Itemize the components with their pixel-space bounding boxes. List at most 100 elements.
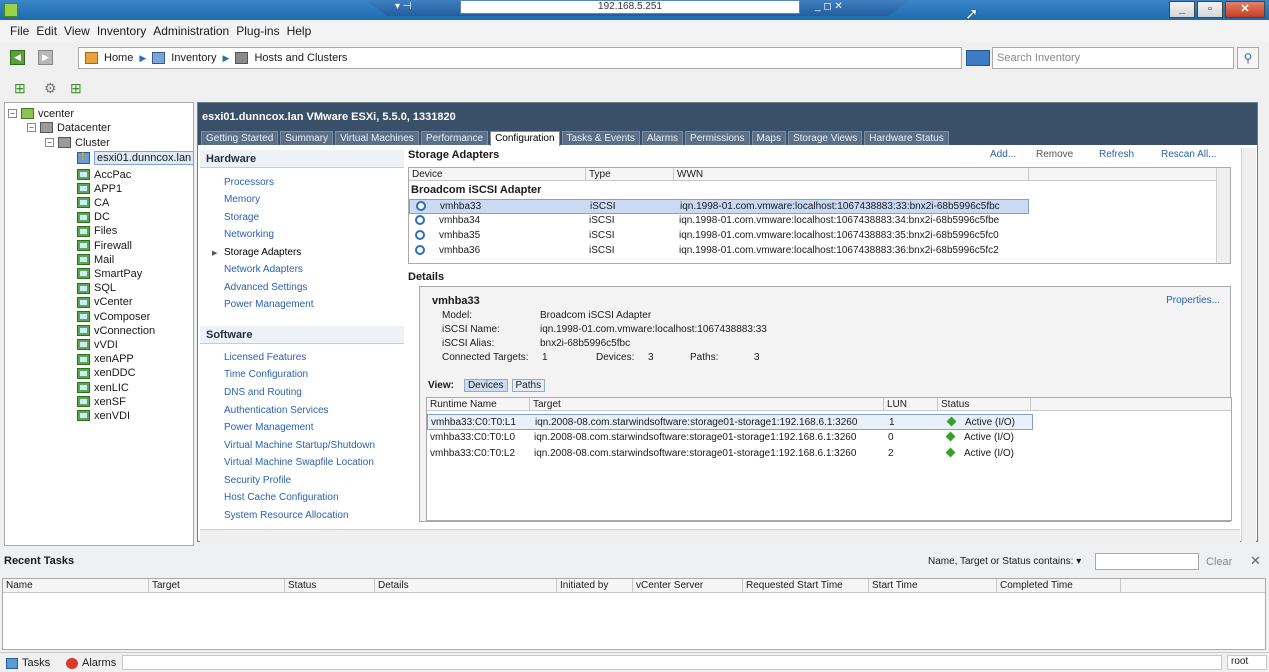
maximize-button[interactable]: ▫ bbox=[1197, 1, 1223, 18]
nav-software-power-management[interactable]: Power Management bbox=[224, 422, 314, 433]
tree-node-vm[interactable]: vConnection bbox=[77, 324, 155, 337]
path-row[interactable]: vmhba33:C0:T0:L2 iqn.2008-08.com.starwin… bbox=[427, 446, 1033, 462]
column-device[interactable]: Device bbox=[409, 168, 586, 181]
properties-link[interactable]: Properties... bbox=[1166, 295, 1220, 306]
search-icon[interactable]: ⚲ bbox=[1237, 47, 1259, 69]
path-row[interactable]: vmhba33:C0:T0:L0 iqn.2008-08.com.starwin… bbox=[427, 430, 1033, 446]
close-button[interactable]: ✕ bbox=[1225, 1, 1265, 18]
tree-node-vm[interactable]: vVDI bbox=[77, 338, 118, 351]
tab-alarms[interactable]: Alarms bbox=[641, 131, 684, 145]
tab-performance[interactable]: Performance bbox=[420, 131, 489, 145]
tree-node-vm[interactable]: vComposer bbox=[77, 310, 150, 323]
menu-inventory[interactable]: Inventory bbox=[97, 24, 146, 38]
tree-node-vm[interactable]: xenDDC bbox=[77, 367, 136, 380]
tree-node-vm[interactable]: SQL bbox=[77, 282, 116, 295]
breadcrumb-inventory[interactable]: Inventory bbox=[171, 52, 216, 64]
search-input[interactable]: Search Inventory bbox=[992, 47, 1234, 69]
nav-system-resource-allocation[interactable]: System Resource Allocation bbox=[224, 510, 349, 521]
collapse-icon[interactable]: − bbox=[8, 109, 17, 118]
tree-node-vm[interactable]: SmartPay bbox=[77, 267, 142, 280]
tab-getting-started[interactable]: Getting Started bbox=[201, 131, 279, 145]
pin-icon[interactable]: ▾ ⊣ bbox=[395, 1, 412, 12]
tree-node-vm[interactable]: xenVDI bbox=[77, 409, 130, 422]
column-wwn[interactable]: WWN bbox=[674, 168, 1029, 181]
add-adapter-link[interactable]: Add... bbox=[990, 149, 1016, 160]
view-paths-button[interactable]: Paths bbox=[511, 379, 546, 392]
rescan-all-link[interactable]: Rescan All... bbox=[1161, 149, 1217, 160]
tree-node-vm[interactable]: xenSF bbox=[77, 395, 126, 408]
column-completed-time[interactable]: Completed Time bbox=[997, 579, 1121, 593]
menu-edit[interactable]: Edit bbox=[36, 24, 57, 38]
settings-icon[interactable]: ⚙ bbox=[44, 80, 57, 97]
inventory-dropdown-icon[interactable] bbox=[966, 50, 990, 66]
tree-node-cluster[interactable]: − Cluster bbox=[45, 136, 110, 149]
column-task-status[interactable]: Status bbox=[285, 579, 375, 593]
tree-node-vm[interactable]: Mail bbox=[77, 253, 114, 266]
column-requested-start-time[interactable]: Requested Start Time bbox=[743, 579, 869, 593]
tree-node-vm[interactable]: Firewall bbox=[77, 239, 132, 252]
main-horizontal-scrollbar[interactable] bbox=[200, 529, 1240, 542]
tab-storage-views[interactable]: Storage Views bbox=[787, 131, 863, 145]
menu-file[interactable]: File bbox=[10, 24, 29, 38]
tab-hardware-status[interactable]: Hardware Status bbox=[864, 131, 949, 145]
column-lun[interactable]: LUN bbox=[884, 398, 938, 411]
remove-adapter-link[interactable]: Remove bbox=[1036, 149, 1073, 160]
column-vcenter-server[interactable]: vCenter Server bbox=[633, 579, 743, 593]
nav-power-management[interactable]: Power Management bbox=[224, 299, 314, 310]
column-initiated-by[interactable]: Initiated by bbox=[557, 579, 633, 593]
main-vertical-scrollbar[interactable] bbox=[1241, 148, 1256, 542]
column-target[interactable]: Target bbox=[530, 398, 884, 411]
column-details[interactable]: Details bbox=[375, 579, 557, 593]
tree-node-host[interactable]: esxi01.dunncox.lan bbox=[77, 150, 195, 165]
tree-node-datacenter[interactable]: − Datacenter bbox=[27, 121, 111, 134]
new-vm-icon[interactable]: ⊞ bbox=[14, 80, 26, 97]
forward-button[interactable]: ▶ bbox=[38, 50, 53, 65]
tree-node-vm[interactable]: xenLIC bbox=[77, 381, 129, 394]
nav-vm-swapfile-location[interactable]: Virtual Machine Swapfile Location bbox=[224, 457, 374, 468]
nav-network-adapters[interactable]: Network Adapters bbox=[224, 264, 303, 275]
tab-virtual-machines[interactable]: Virtual Machines bbox=[335, 131, 419, 145]
nav-licensed-features[interactable]: Licensed Features bbox=[224, 352, 306, 363]
tasks-button[interactable]: Tasks bbox=[6, 657, 50, 669]
nav-time-configuration[interactable]: Time Configuration bbox=[224, 369, 308, 380]
new-cluster-icon[interactable]: ⊞ bbox=[70, 80, 82, 97]
tab-summary[interactable]: Summary bbox=[280, 131, 334, 145]
clear-button[interactable]: Clear bbox=[1206, 556, 1232, 568]
nav-processors[interactable]: Processors bbox=[224, 177, 274, 188]
nav-host-cache-configuration[interactable]: Host Cache Configuration bbox=[224, 492, 339, 503]
nav-vm-startup-shutdown[interactable]: Virtual Machine Startup/Shutdown bbox=[224, 440, 375, 451]
menu-view[interactable]: View bbox=[64, 24, 90, 38]
adapter-row[interactable]: vmhba33 iSCSI iqn.1998-01.com.vmware:loc… bbox=[409, 199, 1029, 214]
path-row[interactable]: vmhba33:C0:T0:L1 iqn.2008-08.com.starwin… bbox=[427, 414, 1033, 430]
nav-memory[interactable]: Memory bbox=[224, 194, 260, 205]
nav-dns-routing[interactable]: DNS and Routing bbox=[224, 387, 302, 398]
tree-node-vm[interactable]: vCenter bbox=[77, 296, 133, 309]
tree-node-vm[interactable]: xenAPP bbox=[77, 353, 134, 366]
back-button[interactable]: ◀ bbox=[10, 50, 25, 65]
refresh-link[interactable]: Refresh bbox=[1099, 149, 1134, 160]
nav-networking[interactable]: Networking bbox=[224, 229, 274, 240]
collapse-icon[interactable]: − bbox=[27, 123, 36, 132]
menu-plugins[interactable]: Plug-ins bbox=[236, 24, 279, 38]
minimize-button[interactable]: _ bbox=[1169, 1, 1195, 18]
filter-dropdown[interactable]: Name, Target or Status contains: ▾ bbox=[928, 556, 1081, 567]
nav-security-profile[interactable]: Security Profile bbox=[224, 475, 291, 486]
filter-input[interactable] bbox=[1095, 553, 1199, 570]
remote-window-controls[interactable]: _ ◻ ✕ bbox=[815, 1, 843, 12]
column-start-time[interactable]: Start Time bbox=[869, 579, 997, 593]
nav-authentication-services[interactable]: Authentication Services bbox=[224, 405, 329, 416]
collapse-icon[interactable]: − bbox=[45, 138, 54, 147]
tree-node-vm[interactable]: Files bbox=[77, 225, 117, 238]
close-icon[interactable]: ✕ bbox=[1250, 553, 1261, 569]
breadcrumb-home[interactable]: Home bbox=[104, 52, 133, 64]
menu-administration[interactable]: Administration bbox=[153, 24, 229, 38]
tree-node-vm[interactable]: DC bbox=[77, 211, 110, 224]
alarms-button[interactable]: Alarms bbox=[66, 657, 116, 669]
column-task-target[interactable]: Target bbox=[149, 579, 285, 593]
tree-node-vcenter[interactable]: − vcenter bbox=[8, 107, 74, 120]
adapter-row[interactable]: vmhba34 iSCSI iqn.1998-01.com.vmware:loc… bbox=[409, 214, 1029, 229]
nav-storage[interactable]: Storage bbox=[224, 212, 259, 223]
column-status[interactable]: Status bbox=[938, 398, 1031, 411]
tab-maps[interactable]: Maps bbox=[751, 131, 786, 145]
breadcrumb-hosts-clusters[interactable]: Hosts and Clusters bbox=[254, 52, 347, 64]
